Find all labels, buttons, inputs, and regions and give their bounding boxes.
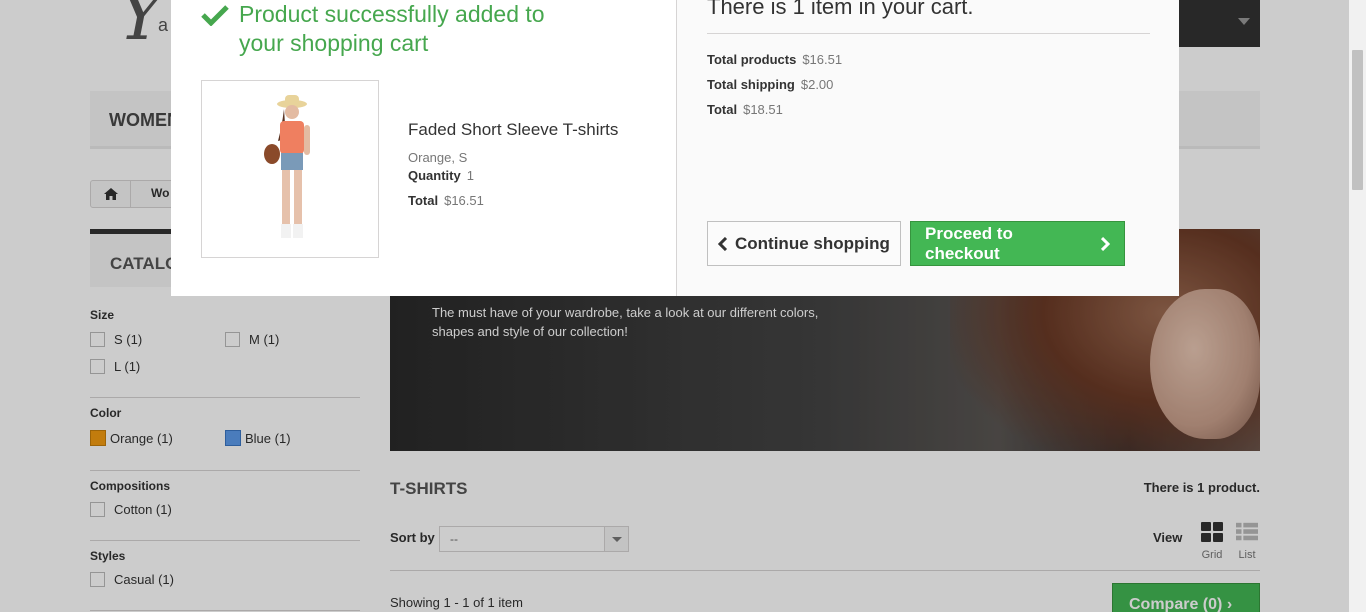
add-to-cart-modal: Product successfully added to your shopp… bbox=[171, 0, 1179, 296]
total-products-row: Total products $16.51 bbox=[707, 52, 842, 67]
chevron-left-icon bbox=[718, 236, 728, 251]
proceed-to-checkout-label: Proceed to checkout bbox=[925, 223, 1013, 263]
product-image bbox=[201, 80, 379, 258]
modal-product-panel: Product successfully added to your shopp… bbox=[171, 0, 676, 296]
total-products-value: $16.51 bbox=[802, 52, 843, 67]
grand-total-row: Total $18.51 bbox=[707, 102, 783, 117]
product-attributes: Orange, S bbox=[408, 150, 468, 165]
product-total-value: $16.51 bbox=[444, 193, 484, 208]
checkmark-icon bbox=[201, 5, 229, 26]
product-total-label: Total bbox=[408, 193, 439, 208]
modal-cart-panel: There is 1 item in your cart. Total prod… bbox=[676, 0, 1179, 296]
divider bbox=[707, 33, 1150, 34]
scrollbar-thumb[interactable] bbox=[1352, 50, 1363, 190]
cart-count-text: There is 1 item in your cart. bbox=[707, 0, 974, 19]
continue-shopping-label: Continue shopping bbox=[735, 233, 890, 253]
chevron-right-icon bbox=[1100, 236, 1110, 251]
proceed-to-checkout-button[interactable]: Proceed to checkout bbox=[910, 221, 1125, 266]
product-total: Total $16.51 bbox=[408, 193, 484, 208]
continue-shopping-button[interactable]: Continue shopping bbox=[707, 221, 901, 266]
product-name: Faded Short Sleeve T-shirts bbox=[408, 120, 619, 139]
page-scrollbar[interactable] bbox=[1349, 0, 1366, 612]
total-shipping-value: $2.00 bbox=[800, 77, 834, 92]
total-shipping-row: Total shipping $2.00 bbox=[707, 77, 833, 92]
total-products-label: Total products bbox=[707, 52, 797, 67]
quantity-label: Quantity bbox=[408, 168, 461, 183]
success-text: Product successfully added to your shopp… bbox=[239, 1, 545, 56]
grand-total-value: $18.51 bbox=[743, 102, 783, 117]
product-model-icon bbox=[264, 95, 310, 238]
grand-total-label: Total bbox=[707, 102, 738, 117]
product-quantity: Quantity 1 bbox=[408, 168, 474, 183]
quantity-value: 1 bbox=[466, 168, 474, 183]
total-shipping-label: Total shipping bbox=[707, 77, 795, 92]
